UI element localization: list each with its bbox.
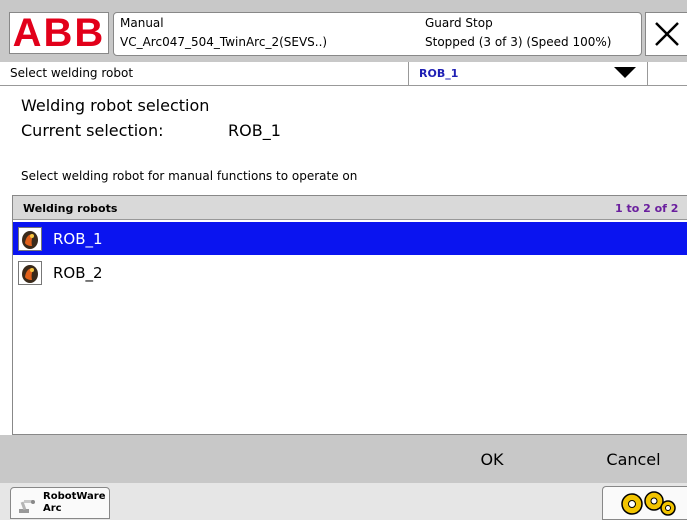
run-status: Stopped (3 of 3) (Speed 100%) bbox=[425, 35, 612, 49]
task-name: VC_Arc047_504_TwinArc_2(SEVS..) bbox=[120, 35, 328, 49]
cancel-button[interactable]: Cancel bbox=[580, 435, 687, 483]
robot-icon bbox=[18, 227, 42, 251]
list-title: Welding robots bbox=[23, 202, 118, 215]
chevron-down-icon bbox=[614, 67, 636, 78]
page-title: Select welding robot bbox=[10, 66, 134, 80]
ok-button[interactable]: OK bbox=[440, 435, 544, 483]
robot-icon bbox=[18, 261, 42, 285]
action-bar: OK Cancel bbox=[0, 435, 687, 483]
robot-list: Welding robots 1 to 2 of 2 ROB_1 ROB_2 bbox=[12, 195, 687, 435]
quickset-button[interactable] bbox=[602, 486, 687, 520]
list-range: 1 to 2 of 2 bbox=[615, 202, 679, 215]
status-box[interactable]: Manual VC_Arc047_504_TwinArc_2(SEVS..) G… bbox=[113, 12, 642, 56]
operating-mode: Manual bbox=[120, 16, 164, 30]
robot-arm-icon bbox=[19, 500, 35, 513]
list-item[interactable]: ROB_1 bbox=[13, 222, 687, 255]
list-item-label: ROB_2 bbox=[53, 264, 103, 282]
task-label: RobotWare Arc bbox=[43, 491, 106, 514]
current-selection-label: Current selection: bbox=[21, 121, 164, 140]
logo-text: ABB bbox=[12, 11, 106, 55]
abb-logo[interactable]: ABB bbox=[9, 12, 109, 54]
title-row: Select welding robot ROB_1 bbox=[0, 62, 687, 86]
close-button[interactable] bbox=[645, 12, 687, 56]
list-item-label: ROB_1 bbox=[53, 230, 103, 248]
current-selection-value: ROB_1 bbox=[228, 121, 281, 140]
status-bar: ABB Manual VC_Arc047_504_TwinArc_2(SEVS.… bbox=[0, 0, 687, 62]
taskbar: RobotWare Arc bbox=[0, 483, 687, 520]
selection-heading: Welding robot selection bbox=[21, 96, 210, 115]
list-header: Welding robots 1 to 2 of 2 bbox=[13, 196, 687, 220]
robot-dropdown[interactable]: ROB_1 bbox=[408, 62, 648, 85]
guard-status: Guard Stop bbox=[425, 16, 493, 30]
robotware-arc-task-button[interactable]: RobotWare Arc bbox=[10, 487, 110, 519]
dropdown-value: ROB_1 bbox=[419, 67, 459, 80]
list-item[interactable]: ROB_2 bbox=[13, 256, 687, 289]
instructions: Select welding robot for manual function… bbox=[21, 169, 358, 183]
gears-icon bbox=[621, 491, 676, 516]
close-icon bbox=[654, 22, 679, 46]
